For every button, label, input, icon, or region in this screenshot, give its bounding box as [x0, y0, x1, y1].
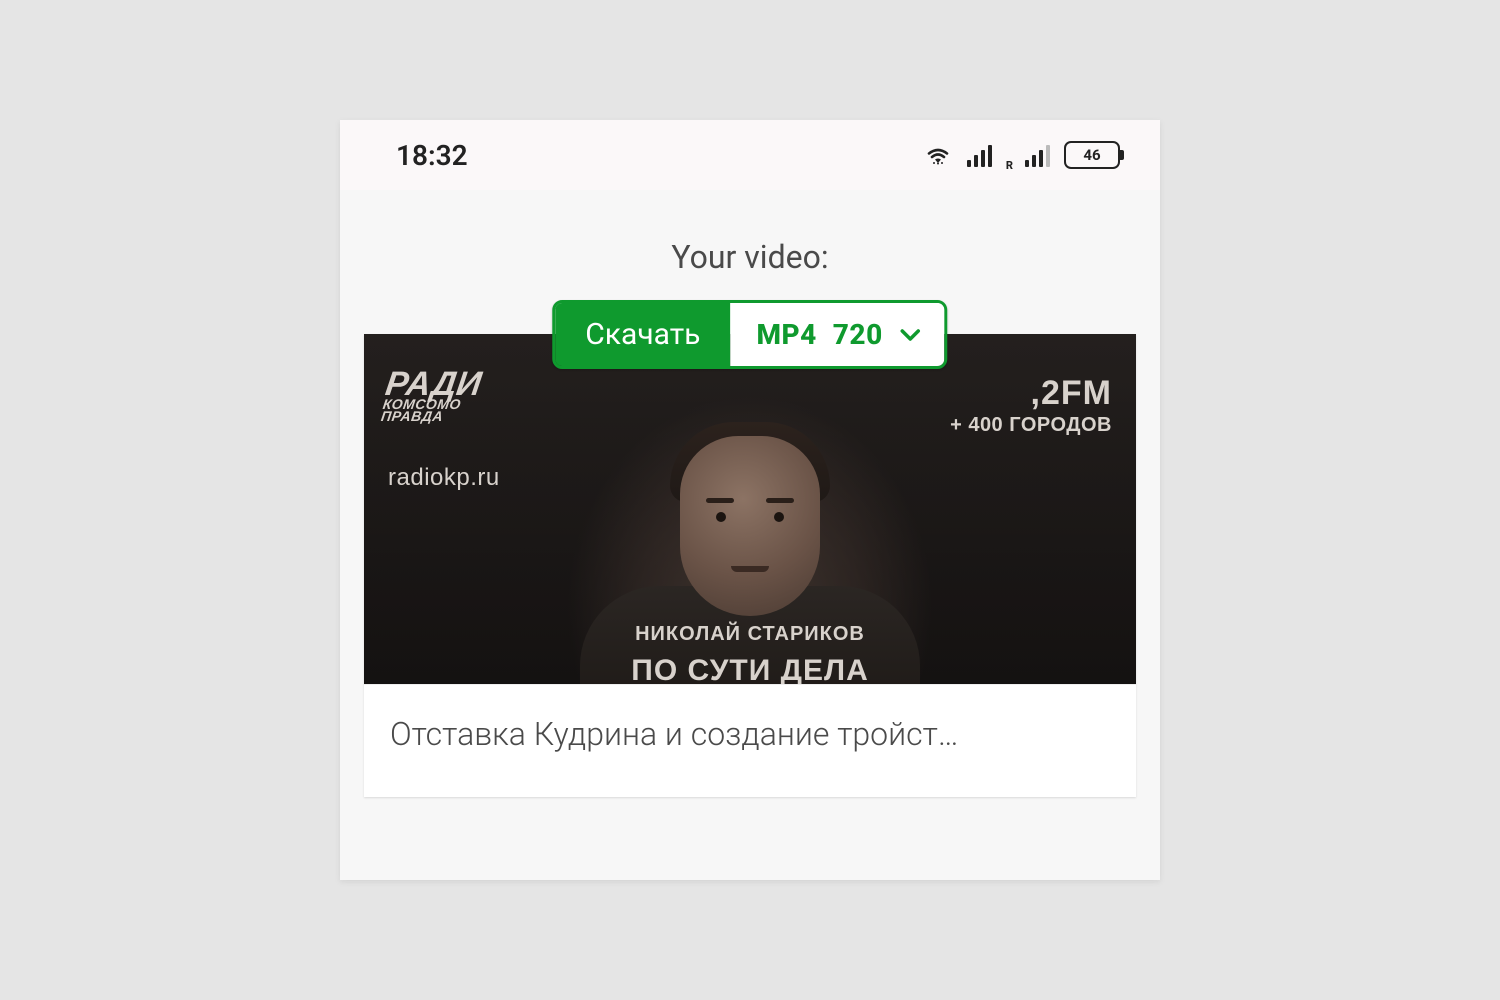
thumb-program-caption: ПО СУТИ ДЕЛА	[631, 654, 868, 684]
clock-label: 18:32	[396, 139, 468, 172]
status-icons: R 46	[923, 139, 1120, 172]
thumb-brand: РАДИ КОМСОМО ПРАВДА	[380, 370, 483, 423]
download-control: Скачать MP4 720	[552, 300, 947, 369]
thumb-person-name: НИКОЛАЙ СТАРИКОВ	[635, 623, 865, 646]
video-card: Скачать MP4 720 РАДИ КОМСОМО ПРАВДА radi…	[364, 334, 1136, 797]
thumb-brand-line3: ПРАВДА	[380, 411, 477, 423]
status-bar: 18:32 R 46	[340, 120, 1160, 190]
video-thumbnail[interactable]: РАДИ КОМСОМО ПРАВДА radiokp.ru ,2FM + 40…	[364, 334, 1136, 684]
roaming-label: R	[1006, 159, 1013, 172]
video-title: Отставка Кудрина и создание тройст…	[364, 684, 1136, 797]
signal-icon-2	[1025, 143, 1050, 167]
format-label: MP4	[756, 318, 816, 351]
wifi-icon	[923, 139, 953, 172]
download-button[interactable]: Скачать	[555, 303, 730, 366]
thumb-site-url: radiokp.ru	[388, 464, 500, 492]
page-title: Your video:	[340, 238, 1160, 276]
format-select[interactable]: MP4 720	[730, 303, 944, 366]
thumb-fm: ,2FM	[1031, 374, 1112, 413]
chevron-down-icon	[899, 323, 923, 347]
signal-icon-1	[967, 143, 992, 167]
phone-frame: 18:32 R 46 Your video: Скачать MP4	[340, 120, 1160, 880]
thumb-fm-sub: + 400 ГОРОДОВ	[950, 414, 1112, 437]
quality-label: 720	[833, 318, 883, 351]
battery-icon: 46	[1064, 141, 1120, 169]
